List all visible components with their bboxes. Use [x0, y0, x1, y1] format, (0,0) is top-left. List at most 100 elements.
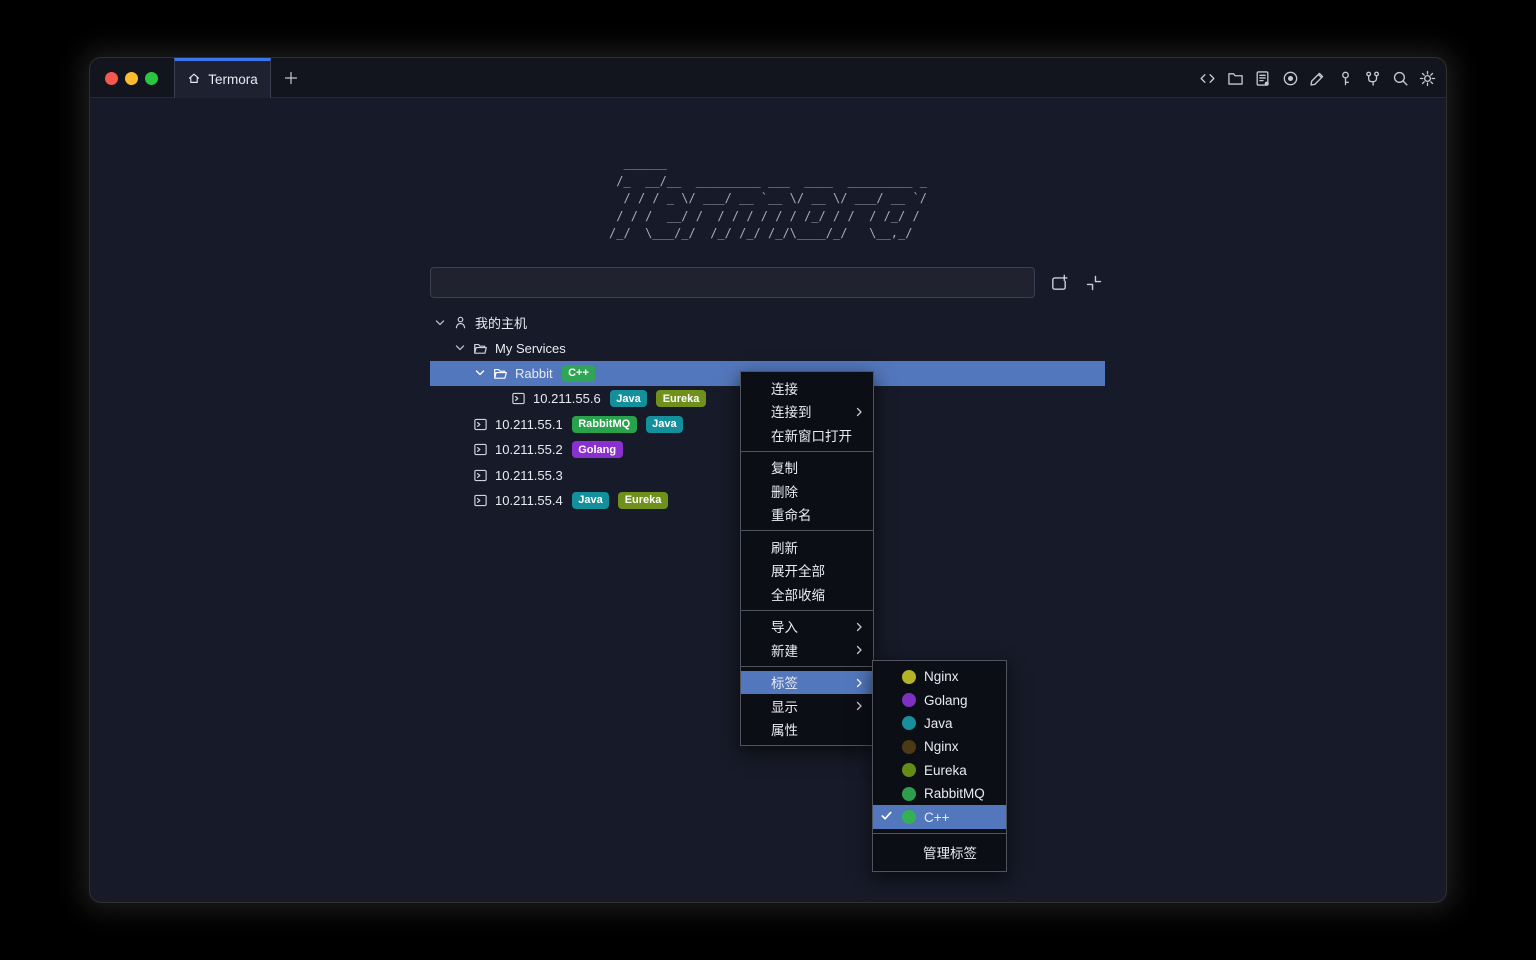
chevron-right-icon	[853, 700, 865, 712]
session-log-icon[interactable]	[1254, 70, 1271, 87]
add-host-icon[interactable]	[1048, 272, 1070, 294]
tag-menu-label: C++	[924, 810, 950, 825]
menu-item-display[interactable]: 显示	[741, 694, 873, 718]
tree-row-label: 我的主机	[475, 313, 527, 332]
menu-item-label: 连接到	[771, 401, 812, 421]
context-menu: 连接 连接到 在新窗口打开 复制 删除 重命名 刷新 展开全部 全部收缩 导入 …	[740, 371, 874, 746]
tag-color-dot	[902, 810, 916, 824]
open-folder-icon	[493, 366, 508, 381]
tag-color-dot	[902, 740, 916, 754]
menu-item-tags[interactable]: 标签	[741, 671, 873, 695]
menu-item-label: 属性	[771, 719, 798, 739]
logo-container: ______ /_ __/__ _________ ___ ____ _____…	[90, 155, 1446, 243]
close-window-button[interactable]	[105, 72, 118, 85]
tree-row-label: Rabbit	[515, 366, 553, 381]
minimize-window-button[interactable]	[125, 72, 138, 85]
menu-item-manage-tags[interactable]: 管理标签	[873, 838, 1006, 867]
menu-item-delete[interactable]: 删除	[741, 479, 873, 503]
tag-menu-item-rabbitmq[interactable]: RabbitMQ	[873, 782, 1006, 805]
tag-menu-label: Nginx	[924, 739, 959, 754]
key-icon[interactable]	[1337, 70, 1354, 87]
record-icon[interactable]	[1282, 70, 1299, 87]
chevron-down-icon[interactable]	[474, 367, 486, 379]
search-input[interactable]	[430, 267, 1035, 298]
tag-menu-item-nginx[interactable]: Nginx	[873, 665, 1006, 688]
edit-icon[interactable]	[1309, 70, 1326, 87]
app-window: Termora ______ /_ __/__ _________ ___ __…	[90, 58, 1446, 902]
tag-menu-label: Eureka	[924, 763, 967, 778]
tree-row-label: 10.211.55.1	[495, 417, 563, 432]
tab-termora[interactable]: Termora	[174, 58, 271, 98]
menu-item-label: 复制	[771, 457, 798, 477]
menu-separator	[741, 610, 873, 611]
chevron-right-icon	[853, 621, 865, 633]
menu-item-label: 管理标签	[923, 842, 977, 862]
menu-item-rename[interactable]: 重命名	[741, 503, 873, 527]
tab-title: Termora	[208, 72, 258, 87]
port-forward-icon[interactable]	[1364, 70, 1381, 87]
new-tab-button[interactable]	[280, 67, 302, 89]
user-icon	[453, 315, 468, 330]
open-folder-icon	[473, 341, 488, 356]
chevron-right-icon	[853, 644, 865, 656]
menu-item-open-in-new-window[interactable]: 在新窗口打开	[741, 423, 873, 447]
tag-color-dot	[902, 670, 916, 684]
menu-item-label: 刷新	[771, 537, 798, 557]
menu-item-collapse-all[interactable]: 全部收缩	[741, 582, 873, 606]
tag-badge: Eureka	[618, 492, 668, 509]
tag-menu-item-golang[interactable]: Golang	[873, 688, 1006, 711]
menu-item-new[interactable]: 新建	[741, 638, 873, 662]
tag-menu-item-nginx2[interactable]: Nginx	[873, 735, 1006, 758]
ascii-logo: ______ /_ __/__ _________ ___ ____ _____…	[609, 155, 927, 243]
tree-row-label: 10.211.55.4	[495, 493, 563, 508]
menu-item-label: 展开全部	[771, 560, 825, 580]
tag-badge: C++	[562, 365, 596, 382]
chevron-right-icon	[853, 677, 865, 689]
tag-color-dot	[902, 693, 916, 707]
menu-item-label: 在新窗口打开	[771, 425, 852, 445]
tag-menu-item-java[interactable]: Java	[873, 712, 1006, 735]
menu-item-expand-all[interactable]: 展开全部	[741, 559, 873, 583]
tree-row-my-services[interactable]: My Services	[430, 335, 1105, 360]
menu-item-label: 重命名	[771, 504, 812, 524]
menu-item-connect-to[interactable]: 连接到	[741, 400, 873, 424]
chevron-down-icon[interactable]	[454, 342, 466, 354]
settings-icon[interactable]	[1419, 70, 1436, 87]
collapse-all-icon[interactable]	[1083, 272, 1105, 294]
tree-row-my-hosts[interactable]: 我的主机	[430, 310, 1105, 335]
terminal-code-icon[interactable]	[1199, 70, 1216, 87]
tag-badge: Golang	[572, 441, 623, 458]
menu-item-connect[interactable]: 连接	[741, 376, 873, 400]
tag-color-dot	[902, 763, 916, 777]
tag-menu-label: Java	[924, 716, 953, 731]
tag-menu-item-eureka[interactable]: Eureka	[873, 759, 1006, 782]
menu-separator	[741, 530, 873, 531]
menu-item-copy[interactable]: 复制	[741, 456, 873, 480]
folder-icon[interactable]	[1227, 70, 1244, 87]
search-icon[interactable]	[1392, 70, 1409, 87]
menu-separator	[741, 666, 873, 667]
toolbar	[1199, 58, 1436, 98]
terminal-host-icon	[473, 493, 488, 508]
menu-item-label: 标签	[771, 672, 798, 692]
menu-item-refresh[interactable]: 刷新	[741, 535, 873, 559]
tag-badge: Java	[646, 416, 683, 433]
terminal-host-icon	[473, 442, 488, 457]
search-row	[430, 267, 1105, 298]
menu-item-import[interactable]: 导入	[741, 615, 873, 639]
tree-row-label: 10.211.55.2	[495, 442, 563, 457]
tag-menu-label: RabbitMQ	[924, 786, 985, 801]
tag-menu-item-cpp[interactable]: C++	[873, 805, 1006, 828]
zoom-window-button[interactable]	[145, 72, 158, 85]
tag-badge: Java	[572, 492, 609, 509]
check-icon	[880, 809, 893, 825]
tag-color-dot	[902, 716, 916, 730]
tree-row-label: 10.211.55.6	[533, 391, 601, 406]
menu-item-label: 新建	[771, 640, 798, 660]
menu-separator	[873, 833, 1006, 834]
chevron-down-icon[interactable]	[434, 317, 446, 329]
tag-badge: Java	[610, 390, 647, 407]
tree-row-label: 10.211.55.3	[495, 468, 563, 483]
menu-item-properties[interactable]: 属性	[741, 718, 873, 742]
home-icon	[187, 71, 201, 88]
